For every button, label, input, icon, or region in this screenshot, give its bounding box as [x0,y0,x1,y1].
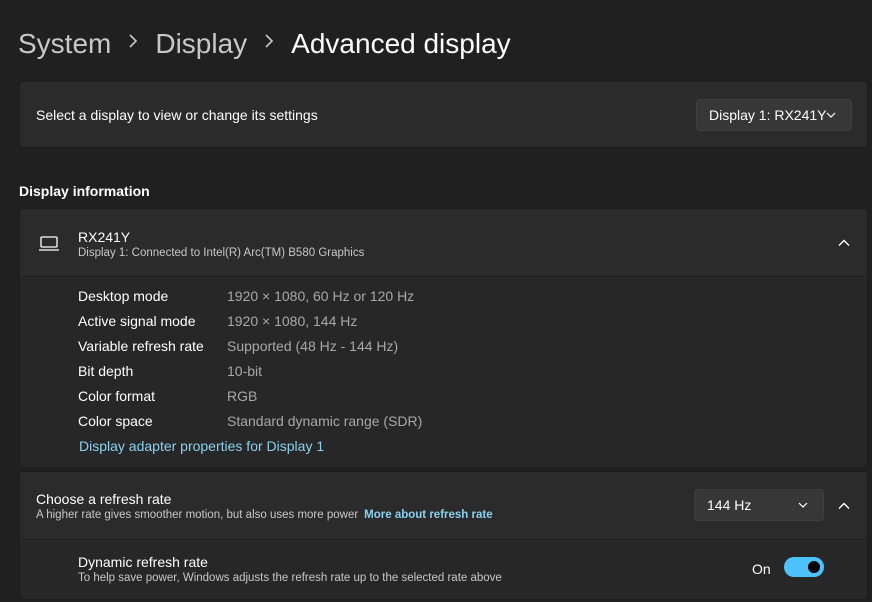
toggle-knob [808,561,820,573]
select-display-label: Select a display to view or change its s… [36,107,318,123]
chevron-right-icon [263,32,275,53]
chevron-up-icon[interactable] [837,499,851,513]
info-value: 1920 × 1080, 144 Hz [227,313,358,329]
dynamic-refresh-rate-description: To help save power, Windows adjusts the … [78,572,502,584]
info-value: 10-bit [227,363,263,379]
info-key: Variable refresh rate [78,338,204,354]
breadcrumb-display[interactable]: Display [155,28,247,60]
refresh-rate-header: Choose a refresh rate A higher rate give… [20,472,867,540]
info-key: Color format [78,388,156,404]
chevron-right-icon [127,32,139,53]
select-display-card: Select a display to view or change its s… [19,81,868,148]
display-select-dropdown[interactable]: Display 1: RX241Y [696,99,852,131]
dynamic-refresh-rate-title: Dynamic refresh rate [78,554,208,570]
display-information-card: RX241Y Display 1: Connected to Intel(R) … [19,208,868,467]
info-value: Supported (48 Hz - 144 Hz) [227,338,399,354]
monitor-name: RX241Y [78,229,131,245]
refresh-rate-description: A higher rate gives smoother motion, but… [36,509,359,521]
info-value: RGB [227,388,258,404]
dynamic-refresh-rate-toggle[interactable] [784,557,824,577]
refresh-rate-dropdown[interactable]: 144 Hz [694,489,824,521]
info-key: Active signal mode [78,313,196,329]
display-adapter-properties-link[interactable]: Display adapter properties for Display 1 [79,438,324,454]
info-row-desktop-mode: Desktop mode 1920 × 1080, 60 Hz or 120 H… [78,288,414,308]
info-row-active-signal-mode: Active signal mode 1920 × 1080, 144 Hz [78,313,357,333]
display-select-value: Display 1: RX241Y [709,107,827,123]
page-title: Advanced display [291,28,511,59]
chevron-down-icon [826,112,836,118]
info-row-variable-refresh-rate: Variable refresh rate Supported (48 Hz -… [78,338,398,358]
toggle-state-label: On [752,561,771,577]
refresh-rate-card: Choose a refresh rate A higher rate give… [19,471,868,599]
info-value: 1920 × 1080, 60 Hz or 120 Hz [227,288,415,304]
breadcrumb-system[interactable]: System [18,28,111,60]
info-key: Bit depth [78,363,134,379]
monitor-connection: Display 1: Connected to Intel(R) Arc(TM)… [78,247,365,259]
display-information-details: Desktop mode 1920 × 1080, 60 Hz or 120 H… [20,278,867,467]
info-key: Desktop mode [78,288,169,304]
info-row-color-format: Color format RGB [78,388,257,408]
breadcrumb: System Display Advanced display [18,24,511,64]
info-row-bit-depth: Bit depth 10-bit [78,363,262,383]
info-key: Color space [78,413,153,429]
more-about-refresh-rate-link[interactable]: More about refresh rate [364,509,492,521]
display-information-heading: Display information [19,183,150,199]
info-row-color-space: Color space Standard dynamic range (SDR) [78,413,422,433]
info-value: Standard dynamic range (SDR) [227,413,423,429]
dynamic-refresh-rate-row: Dynamic refresh rate To help save power,… [20,541,867,599]
refresh-rate-title: Choose a refresh rate [36,491,172,507]
display-information-header[interactable]: RX241Y Display 1: Connected to Intel(R) … [20,209,867,277]
laptop-icon [39,236,59,251]
refresh-rate-value: 144 Hz [707,497,752,513]
refresh-rate-description-line: A higher rate gives smoother motion, but… [36,509,493,521]
chevron-up-icon[interactable] [837,236,851,250]
chevron-down-icon [798,502,808,508]
